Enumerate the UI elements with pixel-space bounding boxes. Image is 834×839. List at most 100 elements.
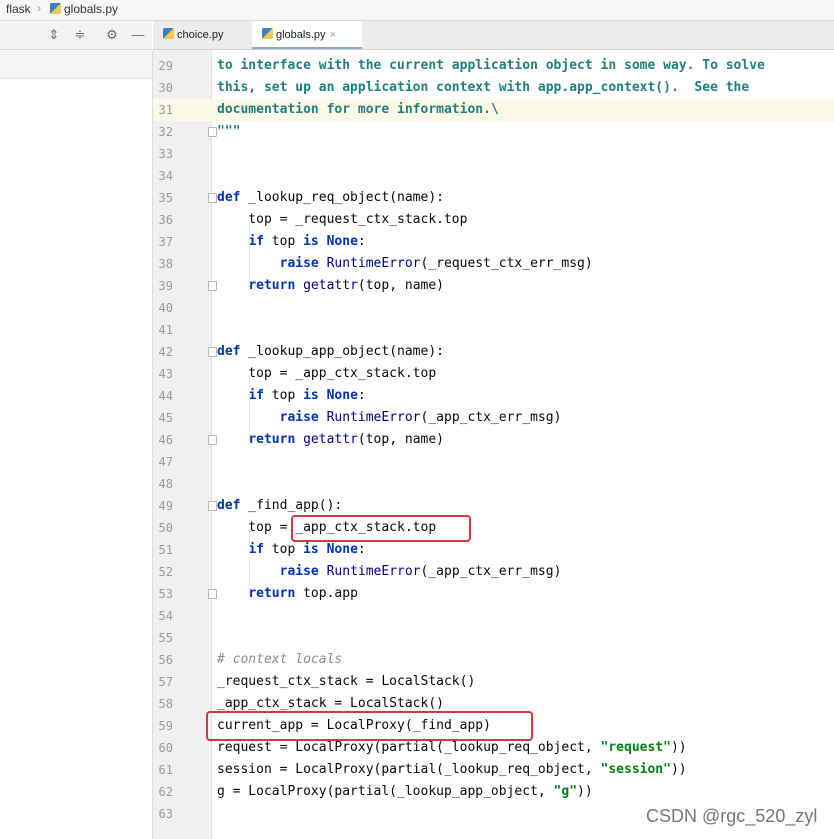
code-line[interactable]: 50 top = _app_ctx_stack.top (153, 517, 834, 539)
code-line[interactable]: 54 (153, 605, 834, 627)
line-number: 44 (158, 389, 173, 403)
indent-guide (249, 221, 250, 287)
code-line[interactable]: 45 raise RuntimeError(_app_ctx_err_msg) (153, 407, 834, 429)
code-line[interactable]: 49 def _find_app(): (153, 495, 834, 517)
code-line[interactable]: 30 this, set up an application context wi… (153, 77, 834, 99)
line-number: 50 (158, 521, 173, 535)
project-tree-header (0, 50, 152, 79)
code-line[interactable]: 42 def _lookup_app_object(name): (153, 341, 834, 363)
line-number: 52 (158, 565, 173, 579)
code-line[interactable]: 52 raise RuntimeError(_app_ctx_err_msg) (153, 561, 834, 583)
code-line[interactable]: 34 (153, 165, 834, 187)
fold-marker-icon[interactable] (208, 281, 217, 291)
tab-globals-py[interactable]: globals.py × (252, 21, 362, 49)
code-line[interactable]: 43 top = _app_ctx_stack.top (153, 363, 834, 385)
indent-guide (249, 375, 250, 441)
line-number: 58 (158, 697, 173, 711)
fold-marker-icon[interactable] (208, 589, 217, 599)
code-text: g = LocalProxy(partial(_lookup_app_objec… (217, 784, 593, 799)
breadcrumb-file[interactable]: globals.py (50, 2, 118, 16)
fold-marker-icon[interactable] (208, 435, 217, 445)
code-text: top = _request_ctx_stack.top (217, 212, 468, 227)
code-line[interactable]: 32 """ (153, 121, 834, 143)
line-number: 59 (158, 719, 173, 733)
fold-marker-icon[interactable] (208, 501, 217, 511)
chevron-right-icon: › (37, 1, 41, 15)
breadcrumb: flask › globals.py (0, 0, 834, 21)
line-number: 61 (158, 763, 173, 777)
code-line[interactable]: 56 # context locals (153, 649, 834, 671)
code-line[interactable]: 37 if top is None: (153, 231, 834, 253)
indent-guide (249, 529, 250, 595)
line-number: 38 (158, 257, 173, 271)
minimize-icon[interactable]: — (130, 27, 146, 43)
fold-marker-icon[interactable] (208, 127, 217, 137)
fold-marker-icon[interactable] (208, 193, 217, 203)
code-text: raise RuntimeError(_request_ctx_err_msg) (279, 256, 593, 271)
line-number: 31 (158, 103, 173, 117)
collapse-all-icon[interactable]: ≑ (72, 27, 88, 43)
highlight-box-current-app (206, 711, 533, 741)
code-line[interactable]: 61 session = LocalProxy(partial(_lookup_r… (153, 759, 834, 781)
line-number: 46 (158, 433, 173, 447)
code-line[interactable]: 41 (153, 319, 834, 341)
project-toolbar: ⇕ ≑ ⚙ — (0, 21, 152, 50)
code-line[interactable]: 47 (153, 451, 834, 473)
line-number: 51 (158, 543, 173, 557)
gear-icon[interactable]: ⚙ (104, 27, 120, 43)
line-number: 60 (158, 741, 173, 755)
line-number: 62 (158, 785, 173, 799)
code-text: this, set up an application context with… (217, 80, 750, 95)
code-line[interactable]: 36 top = _request_ctx_stack.top (153, 209, 834, 231)
line-number: 40 (158, 301, 173, 315)
tab-choice-py[interactable]: choice.py (153, 21, 249, 49)
code-text: _request_ctx_stack = LocalStack() (217, 674, 476, 689)
breadcrumb-project[interactable]: flask (6, 2, 31, 16)
code-text: raise RuntimeError(_app_ctx_err_msg) (279, 564, 562, 579)
line-number: 41 (158, 323, 173, 337)
line-number: 33 (158, 147, 173, 161)
code-text: if top is None: (248, 542, 366, 557)
fold-marker-icon[interactable] (208, 347, 217, 357)
code-line[interactable]: 62 g = LocalProxy(partial(_lookup_app_obj… (153, 781, 834, 803)
code-text: to interface with the current applicatio… (217, 58, 765, 73)
code-editor[interactable]: 29 to interface with the current applicat… (153, 50, 834, 839)
code-line[interactable]: 55 (153, 627, 834, 649)
line-number: 45 (158, 411, 173, 425)
code-line[interactable]: 33 (153, 143, 834, 165)
code-text: return top.app (248, 586, 358, 601)
code-text: return getattr(top, name) (248, 432, 444, 447)
code-line[interactable]: 53 return top.app (153, 583, 834, 605)
close-icon[interactable]: × (330, 29, 336, 41)
code-line[interactable]: 51 if top is None: (153, 539, 834, 561)
code-line[interactable]: 39 return getattr(top, name) (153, 275, 834, 297)
tab-label: choice.py (177, 29, 224, 41)
code-line[interactable]: 31 documentation for more information.\ (153, 99, 834, 121)
code-line[interactable]: 46 return getattr(top, name) (153, 429, 834, 451)
line-number: 37 (158, 235, 173, 249)
watermark: CSDN @rgc_520_zyl (646, 806, 818, 826)
project-tree[interactable] (0, 50, 153, 839)
code-line[interactable]: 40 (153, 297, 834, 319)
code-text: # context locals (217, 652, 343, 667)
line-number: 35 (158, 191, 173, 205)
code-text: if top is None: (248, 234, 366, 249)
line-number: 47 (158, 455, 173, 469)
code-line[interactable]: 35 def _lookup_req_object(name): (153, 187, 834, 209)
code-text: session = LocalProxy(partial(_lookup_req… (217, 762, 687, 777)
expand-all-icon[interactable]: ⇕ (46, 27, 62, 43)
code-line[interactable]: 29 to interface with the current applicat… (153, 55, 834, 77)
line-number: 53 (158, 587, 173, 601)
code-line[interactable]: 38 raise RuntimeError(_request_ctx_err_m… (153, 253, 834, 275)
code-line[interactable]: 44 if top is None: (153, 385, 834, 407)
line-number: 56 (158, 653, 173, 667)
code-text: raise RuntimeError(_app_ctx_err_msg) (279, 410, 562, 425)
line-number: 54 (158, 609, 173, 623)
python-file-icon (262, 28, 273, 39)
line-number: 63 (158, 807, 173, 821)
line-number: 36 (158, 213, 173, 227)
code-line[interactable]: 48 (153, 473, 834, 495)
python-file-icon (50, 3, 61, 14)
line-number: 39 (158, 279, 173, 293)
code-line[interactable]: 57 _request_ctx_stack = LocalStack() (153, 671, 834, 693)
